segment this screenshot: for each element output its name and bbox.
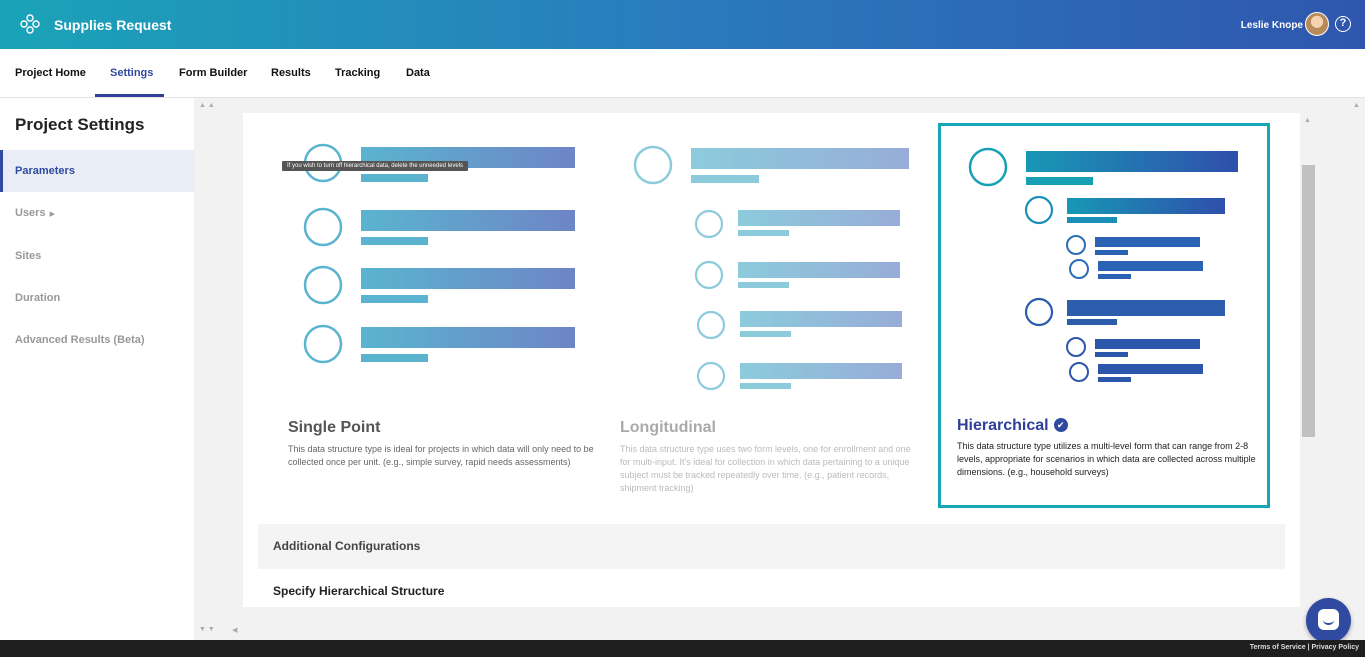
main-panel: Single Point This data structure type is… xyxy=(243,113,1300,607)
tab-project-home[interactable]: Project Home xyxy=(15,67,86,79)
scroll-up-icon[interactable]: ▲ ▲ xyxy=(199,102,215,109)
vertical-scrollbar[interactable]: ▲ xyxy=(1301,113,1317,607)
check-circle-icon: ✔ xyxy=(1053,418,1068,432)
sidebar-item-sites[interactable]: Sites xyxy=(0,235,194,277)
sidebar-item-label: Parameters xyxy=(15,165,75,177)
specify-structure-heading: Specify Hierarchical Structure xyxy=(273,584,445,598)
sidebar-item-advanced-results[interactable]: Advanced Results (Beta) xyxy=(0,319,194,361)
sidebar-item-label: Users xyxy=(15,207,46,219)
longitudinal-option[interactable]: Longitudinal This data structure type us… xyxy=(605,123,937,508)
tab-tracking[interactable]: Tracking xyxy=(335,67,380,79)
scroll-up-icon[interactable]: ▲ xyxy=(1304,117,1311,124)
app-header: Supplies Request Leslie Knope ? xyxy=(0,0,1365,49)
main-nav: Project Home Settings Form Builder Resul… xyxy=(0,49,1365,98)
avatar[interactable] xyxy=(1305,12,1329,36)
sidebar-item-duration[interactable]: Duration xyxy=(0,277,194,319)
app-title[interactable]: Supplies Request xyxy=(54,17,171,33)
scroll-left-icon[interactable]: ◀ xyxy=(232,626,237,634)
page-scroll-up-icon[interactable]: ▲ xyxy=(1353,102,1360,109)
longitudinal-title: Longitudinal xyxy=(620,419,716,436)
scrollbar-thumb[interactable] xyxy=(1302,165,1315,437)
tab-results[interactable]: Results xyxy=(271,67,311,79)
footer-bar: Terms of Service | Privacy Policy xyxy=(0,640,1365,657)
active-tab-indicator xyxy=(95,94,164,97)
hierarchical-illustration xyxy=(968,147,1238,382)
tab-form-builder[interactable]: Form Builder xyxy=(179,67,247,79)
settings-sidebar: Project Settings Parameters Users ▶ Sites… xyxy=(0,98,194,640)
single-point-title: Single Point xyxy=(288,419,381,436)
sidebar-item-label: Duration xyxy=(15,292,61,304)
additional-configurations-header[interactable]: Additional Configurations xyxy=(258,524,1285,569)
privacy-link[interactable]: Privacy Policy xyxy=(1312,644,1359,651)
single-point-description: This data structure type is ideal for pr… xyxy=(288,444,594,467)
hierarchical-option[interactable]: Hierarchical ✔ This data structure type u… xyxy=(938,123,1270,508)
tab-data[interactable]: Data xyxy=(406,67,430,79)
sidebar-heading: Project Settings xyxy=(15,115,145,134)
footer-links: Terms of Service | Privacy Policy xyxy=(1249,644,1359,651)
tab-settings[interactable]: Settings xyxy=(110,67,153,79)
sidebar-item-users[interactable]: Users ▶ xyxy=(0,192,194,234)
app-logo-icon[interactable] xyxy=(20,14,40,34)
scroll-down-icon[interactable]: ▼ ▼ xyxy=(199,626,215,633)
sidebar-item-label: Advanced Results (Beta) xyxy=(15,334,145,346)
help-icon[interactable]: ? xyxy=(1335,16,1351,32)
tooltip: If you wish to turn off hierarchical dat… xyxy=(282,161,469,171)
chat-launcher-button[interactable] xyxy=(1306,598,1351,643)
single-point-option[interactable]: Single Point This data structure type is… xyxy=(273,123,605,508)
longitudinal-illustration xyxy=(633,145,909,391)
hierarchical-title: Hierarchical ✔ xyxy=(957,417,1068,435)
sidebar-item-label: Sites xyxy=(15,250,42,262)
user-name[interactable]: Leslie Knope xyxy=(1241,20,1303,31)
hierarchical-description: This data structure type utilizes a mult… xyxy=(957,441,1256,477)
hierarchical-title-text: Hierarchical xyxy=(957,417,1049,434)
caret-right-icon: ▶ xyxy=(49,211,55,218)
terms-link[interactable]: Terms of Service xyxy=(1250,644,1306,651)
sidebar-item-parameters[interactable]: Parameters xyxy=(0,150,194,192)
longitudinal-description: This data structure type uses two form l… xyxy=(620,444,911,493)
